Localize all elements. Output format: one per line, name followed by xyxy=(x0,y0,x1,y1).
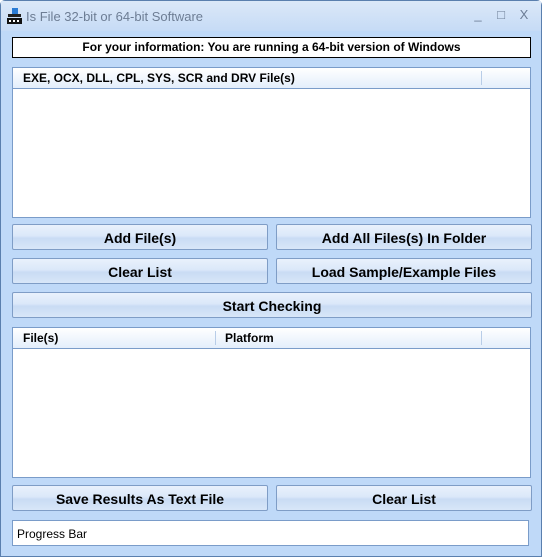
info-banner: For your information: You are running a … xyxy=(12,37,531,58)
clear-list-top-button[interactable]: Clear List xyxy=(12,258,268,284)
maximize-icon[interactable]: □ xyxy=(491,7,511,23)
clear-list-bottom-button[interactable]: Clear List xyxy=(276,485,532,511)
start-checking-button[interactable]: Start Checking xyxy=(12,292,532,318)
input-list-header: EXE, OCX, DLL, CPL, SYS, SCR and DRV Fil… xyxy=(13,68,530,89)
results-list-header: File(s) Platform xyxy=(13,328,530,349)
add-folder-button[interactable]: Add All Files(s) In Folder xyxy=(276,224,532,250)
input-file-list[interactable]: EXE, OCX, DLL, CPL, SYS, SCR and DRV Fil… xyxy=(12,67,531,218)
app-icon xyxy=(7,8,22,24)
load-sample-button[interactable]: Load Sample/Example Files xyxy=(276,258,532,284)
close-icon[interactable]: X xyxy=(514,7,534,23)
progress-bar: Progress Bar xyxy=(12,520,529,546)
window-title: Is File 32-bit or 64-bit Software xyxy=(26,9,204,24)
column-header-files[interactable]: EXE, OCX, DLL, CPL, SYS, SCR and DRV Fil… xyxy=(13,68,481,88)
add-files-button[interactable]: Add File(s) xyxy=(12,224,268,250)
results-list[interactable]: File(s) Platform xyxy=(12,327,531,478)
column-separator[interactable] xyxy=(481,331,482,345)
main-window: Is File 32-bit or 64-bit Software _ □ X … xyxy=(0,0,542,557)
column-header-files[interactable]: File(s) xyxy=(13,328,215,348)
column-header-platform[interactable]: Platform xyxy=(215,328,481,348)
save-results-button[interactable]: Save Results As Text File xyxy=(12,485,268,511)
title-bar[interactable]: Is File 32-bit or 64-bit Software _ □ X xyxy=(1,1,541,31)
column-separator[interactable] xyxy=(481,71,482,85)
minimize-icon[interactable]: _ xyxy=(468,7,488,23)
